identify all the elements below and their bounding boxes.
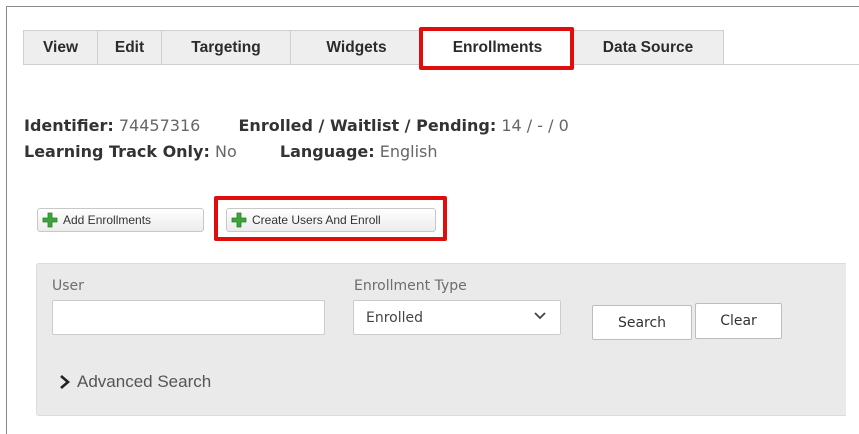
learning-track-label: Learning Track Only: <box>24 142 210 161</box>
create-users-and-enroll-label: Create Users And Enroll <box>252 213 381 227</box>
tab-targeting[interactable]: Targeting <box>161 30 290 65</box>
enrollment-type-value: Enrolled <box>366 309 424 326</box>
language-label: Language: <box>279 142 375 161</box>
add-enrollments-label: Add Enrollments <box>63 213 152 227</box>
chevron-down-icon <box>534 312 546 320</box>
tab-edit[interactable]: Edit <box>97 30 161 65</box>
create-users-and-enroll-button[interactable]: Create Users And Enroll <box>226 208 436 232</box>
user-search-input[interactable] <box>52 300 325 335</box>
language-value: English <box>379 142 438 161</box>
enrollment-type-select[interactable]: Enrolled <box>353 300 561 335</box>
identifier-value: 74457316 <box>118 116 201 135</box>
info-row-2: Learning Track Only: No Language: Englis… <box>24 142 438 161</box>
advanced-search-toggle[interactable]: Advanced Search <box>59 372 211 392</box>
identifier-label: Identifier: <box>24 116 114 135</box>
enrolled-label: Enrolled / Waitlist / Pending: <box>238 116 497 135</box>
clear-button[interactable]: Clear <box>695 303 782 339</box>
plus-icon <box>231 212 247 228</box>
search-button[interactable]: Search <box>592 305 692 340</box>
advanced-search-label: Advanced Search <box>77 372 212 391</box>
tab-enrollments[interactable]: Enrollments <box>422 30 572 65</box>
add-enrollments-button[interactable]: Add Enrollments <box>37 208 204 232</box>
enrolled-value: 14 / - / 0 <box>501 116 569 135</box>
enrollment-type-label: Enrollment Type <box>354 278 467 294</box>
user-label: User <box>52 278 84 294</box>
learning-track-value: No <box>214 142 237 161</box>
tab-view[interactable]: View <box>23 30 97 65</box>
info-row-1: Identifier: 74457316 Enrolled / Waitlist… <box>24 116 569 135</box>
chevron-right-icon <box>60 375 70 389</box>
tab-widgets[interactable]: Widgets <box>290 30 422 65</box>
tab-data-source[interactable]: Data Source <box>572 30 724 65</box>
plus-icon <box>42 212 58 228</box>
